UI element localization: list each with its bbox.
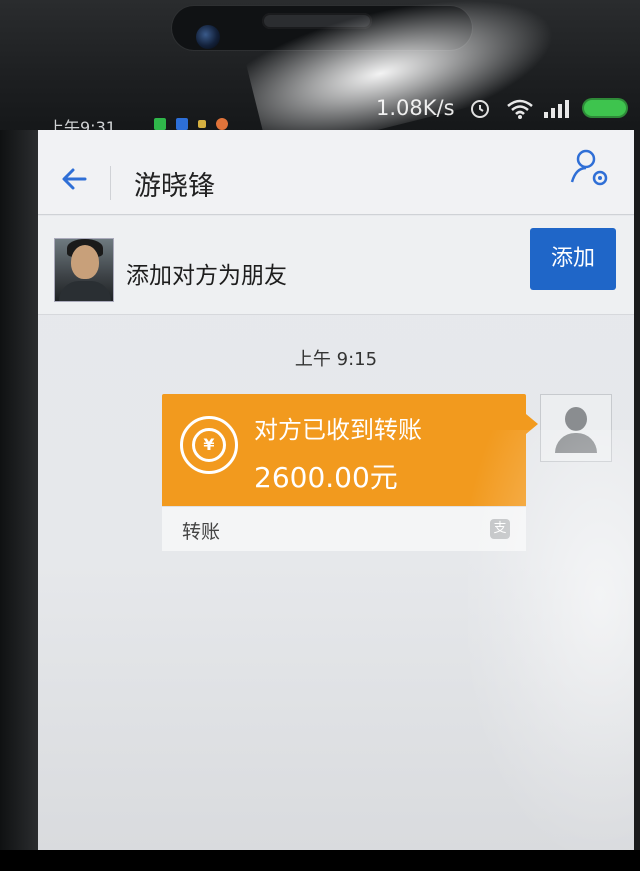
chat-header: 游晓锋 bbox=[38, 130, 634, 215]
shield-icon bbox=[154, 118, 166, 130]
phone-edge-left bbox=[0, 130, 38, 850]
profile-settings-button[interactable] bbox=[568, 146, 614, 192]
message-timestamp: 上午 9:15 bbox=[294, 349, 378, 370]
avatar[interactable] bbox=[54, 238, 114, 302]
app-icon bbox=[198, 120, 206, 128]
app-icon bbox=[216, 118, 228, 130]
phone-photo: 上午9:31 1.08K/s 游晓锋 添加对方为朋友 添加 上午 9:15 ¥ … bbox=[0, 0, 640, 871]
bottom-border bbox=[0, 850, 640, 871]
transfer-message[interactable]: ¥ 对方已收到转账 2600.00元 转账 支 bbox=[162, 394, 538, 551]
chat-screen: 游晓锋 添加对方为朋友 添加 上午 9:15 ¥ 对方已收到转账 2600.00… bbox=[38, 130, 634, 850]
wifi-icon bbox=[507, 99, 533, 119]
status-icons-right bbox=[466, 96, 626, 122]
battery-icon bbox=[584, 100, 626, 116]
add-friend-text: 添加对方为朋友 bbox=[126, 263, 287, 289]
signal-icon bbox=[544, 100, 569, 118]
sender-avatar[interactable] bbox=[540, 394, 612, 462]
phone-edge-right bbox=[634, 130, 640, 850]
arrow-left-icon bbox=[62, 168, 87, 190]
status-bar: 上午9:31 1.08K/s bbox=[36, 92, 626, 137]
transfer-yuan-icon: ¥ bbox=[180, 416, 238, 474]
network-speed: 1.08K/s bbox=[376, 96, 455, 120]
back-button[interactable] bbox=[56, 164, 92, 200]
profile-settings-icon bbox=[570, 149, 608, 186]
bubble-tail bbox=[526, 414, 538, 434]
notification-icon bbox=[176, 118, 188, 130]
alarm-icon bbox=[471, 100, 489, 118]
transfer-card-footer: 转账 支 bbox=[162, 506, 526, 551]
header-divider bbox=[110, 166, 111, 200]
chat-title: 游晓锋 bbox=[134, 171, 215, 202]
alipay-icon: 支 bbox=[490, 519, 510, 539]
transfer-type-label: 转账 bbox=[182, 521, 221, 543]
transfer-amount: 2600.00元 bbox=[254, 461, 398, 494]
transfer-card-top: ¥ 对方已收到转账 2600.00元 bbox=[162, 394, 526, 506]
add-friend-bar: 添加对方为朋友 添加 bbox=[38, 216, 634, 315]
transfer-status: 对方已收到转账 bbox=[254, 416, 422, 444]
add-friend-button[interactable]: 添加 bbox=[530, 228, 616, 290]
front-camera bbox=[196, 25, 220, 49]
earpiece-speaker bbox=[262, 13, 372, 29]
